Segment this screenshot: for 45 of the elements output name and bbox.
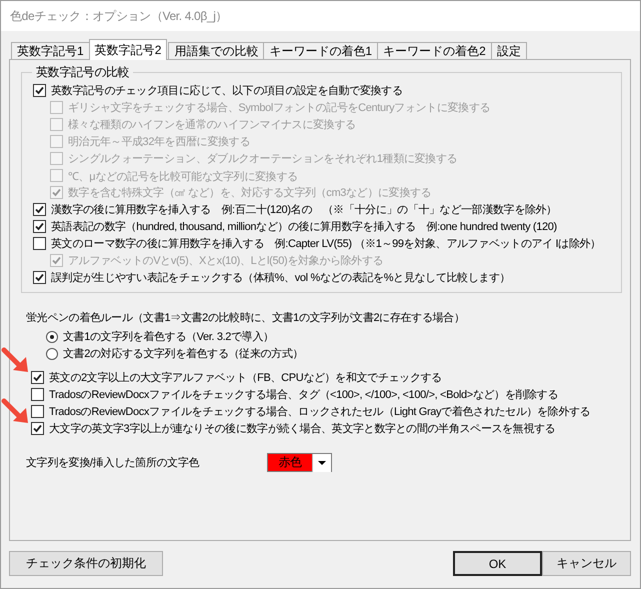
checkbox-label: 様々な種類のハイフンを通常のハイフンマイナスに変換する (68, 118, 356, 132)
reset-button[interactable]: チェック条件の初期化 (9, 551, 163, 576)
section-heading: 蛍光ペンの着色ルール（文書1⇒文書2の比較時に、文書1の文字列が文書2に存在する場合） (26, 310, 466, 326)
checkbox-label: アルファベットのVとv(5)、Xとx(10)、Lとl(50)を対象から除外する (68, 254, 384, 268)
checkbox[interactable] (31, 371, 44, 384)
radio-label: 文書2の対応する文字列を着色する（従来の方式） (63, 346, 304, 361)
caret-icon (312, 454, 332, 472)
checkbox-label: TradosのReviewDocxファイルをチェックする場合、ロックされたセル（Light Grayで着色されたセル）を除外する (49, 404, 590, 419)
checkbox[interactable] (31, 388, 44, 401)
checkbox-label: 英文のローマ数字の後に算用数字を挿入する 例:Capter LV(55) （※1～99を対象、アルファベットのアイ Iは除外） (51, 236, 601, 251)
checkbox[interactable] (33, 220, 46, 233)
tab[interactable]: 英数字記号1 (11, 42, 90, 59)
tab[interactable]: キーワードの着色2 (377, 42, 492, 59)
color-label: 文字列を変換/挿入した箇所の文字色 (26, 456, 200, 470)
radio-label: 文書1の文字列を着色する（Ver. 3.2で導入） (63, 330, 274, 344)
checkbox-label: 明治元年～平成32年を西暦に変換する (68, 134, 250, 149)
checkbox[interactable] (33, 203, 46, 216)
color-dropdown[interactable]: 赤色 (267, 453, 332, 472)
tab[interactable]: 設定 (490, 42, 527, 59)
checkbox-label: 数字を含む特殊文字（㎠ など）を、対応する文字列（cm3など）に変換する (68, 186, 432, 200)
checkbox-label: ギリシャ文字をチェックする場合、Symbolフォントの記号をCenturyフォントに変換する (68, 100, 490, 115)
ok-button[interactable]: OK (453, 551, 542, 576)
window-title: 色deチェック：オプション（Ver. 4.0β_j） (10, 8, 228, 24)
checkbox-label: TradosのReviewDocxファイルをチェックする場合、タグ（<100>, </100>, <100/>, <Bold>など）を削除する (49, 388, 558, 402)
checkbox[interactable] (33, 271, 46, 284)
tab[interactable]: 英数字記号2 (88, 39, 168, 60)
checkbox[interactable] (31, 422, 44, 435)
checkbox[interactable] (31, 405, 44, 418)
color-swatch: 赤色 (268, 454, 312, 471)
checkbox-label: 英語表記の数字（hundred, thousand, millionなど）の後に算用数字を挿入する 例:one hundred twenty (120) (51, 220, 557, 234)
tab[interactable]: キーワードの着色1 (263, 42, 378, 59)
checkbox-label: 英数字記号のチェック項目に応じて、以下の項目の設定を自動で変換する (51, 84, 402, 98)
checkbox-label: 大文字の英文字3字以上が連なりその後に数字が続く場合、英文字と数字との間の半角スペースを無視する (49, 422, 556, 436)
checkbox-label: ℃、μなどの記号を比較可能な文字列に変換する (68, 170, 298, 184)
checkbox[interactable] (33, 84, 46, 97)
checkbox-label: 誤判定が生じやすい表記をチェックする（体積%、vol %などの表記を%と見なして比較します） (51, 270, 510, 285)
group-title: 英数字記号の比較 (35, 64, 130, 81)
tab[interactable]: 用語集での比較 (168, 42, 264, 59)
cancel-button[interactable]: キャンセル (542, 551, 631, 576)
radio-button[interactable] (46, 348, 58, 360)
checkbox-label: 漢数字の後に算用数字を挿入する 例:百二十(120)名の （※「十分に」の「十」など一部漢数字を除外） (51, 202, 557, 217)
checkbox-label: 英文の2文字以上の大文字アルファベット（FB、CPUなど）を和文でチェックする (49, 370, 442, 385)
radio-button[interactable] (46, 330, 58, 342)
checkbox-label: シングルクォーテーション、ダブルクオーテーションをそれぞれ1種類に変換する (68, 152, 458, 166)
checkbox[interactable] (33, 237, 46, 250)
